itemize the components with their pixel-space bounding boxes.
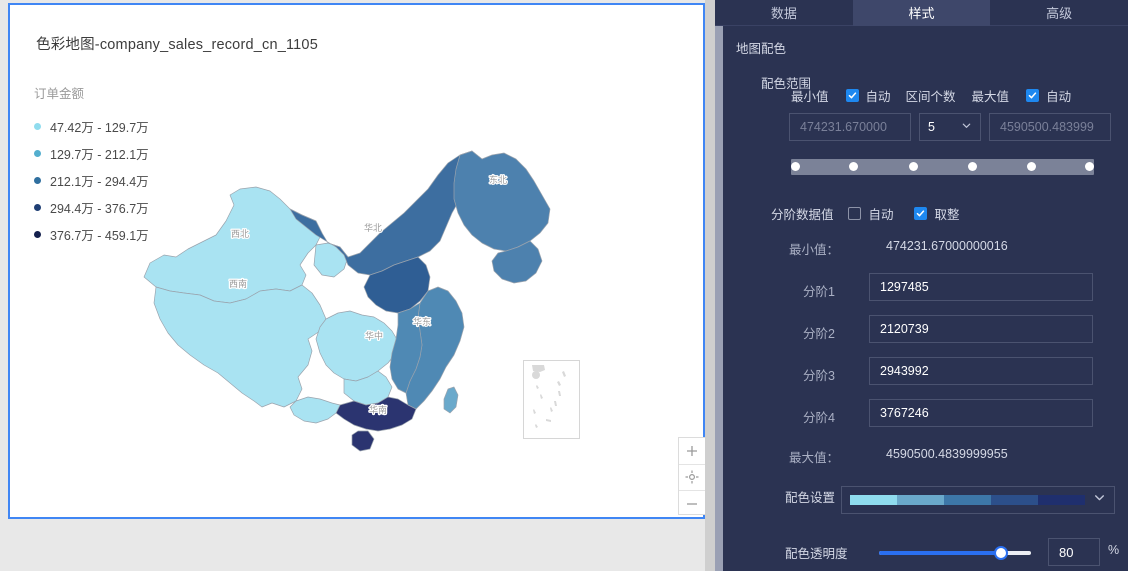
interval-count-select[interactable]: 5 <box>919 113 981 141</box>
step-auto-checkbox[interactable] <box>847 206 861 220</box>
step-max-value: 4590500.4839999955 <box>886 447 1008 461</box>
opacity-slider-handle[interactable] <box>994 546 1008 560</box>
opacity-unit: % <box>1108 543 1120 557</box>
chevron-down-icon <box>1093 491 1106 509</box>
legend-title: 订单金额 <box>34 87 85 101</box>
step2-input[interactable]: 2120739 <box>869 315 1093 343</box>
legend-swatch-icon <box>34 122 41 130</box>
interval-count-label: 区间个数 <box>905 89 956 104</box>
slider-handle[interactable] <box>968 162 977 171</box>
map-label-huazhong: 华中 <box>365 330 383 341</box>
map-zoom-controls[interactable] <box>678 437 706 515</box>
max-value-label: 最大值 <box>971 89 1010 104</box>
map-region-xinan[interactable] <box>153 284 327 408</box>
map-region-guangxi[interactable] <box>289 396 341 424</box>
south-china-sea-inset <box>523 360 580 439</box>
min-auto-checkbox[interactable] <box>845 88 859 102</box>
palette-swatch <box>991 495 1038 505</box>
max-auto-label: 自动 <box>1046 89 1072 104</box>
palette-preview <box>850 495 1085 505</box>
step1-input[interactable]: 1297485 <box>869 273 1093 301</box>
step-min-value: 474231.67000000016 <box>886 239 1008 253</box>
opacity-slider[interactable] <box>879 546 1031 560</box>
chart-card[interactable]: 色彩地图-company_sales_record_cn_1105 订单金额 4… <box>8 3 706 519</box>
opacity-slider-fill <box>879 551 1001 555</box>
map-region-xibei-east[interactable] <box>313 242 349 278</box>
opacity-input[interactable]: 80 <box>1048 538 1100 566</box>
legend-swatch-icon <box>34 203 41 211</box>
min-auto-label: 自动 <box>865 89 891 104</box>
slider-handle[interactable] <box>909 162 918 171</box>
slider-handle[interactable] <box>791 162 800 171</box>
step-values-header-row: 分阶数据值 自动 取整 <box>771 204 960 222</box>
app-root: 色彩地图-company_sales_record_cn_1105 订单金额 4… <box>0 0 1128 571</box>
palette-label: 配色设置 <box>785 491 836 505</box>
palette-swatch <box>850 495 897 505</box>
palette-swatch <box>944 495 991 505</box>
step-values-label: 分阶数据值 <box>771 207 834 222</box>
step3-label: 分阶3 <box>803 369 835 383</box>
map-label-huadong: 华东 <box>413 316 431 327</box>
step-round-checkbox[interactable] <box>913 206 927 220</box>
page-title: 色彩地图-company_sales_record_cn_1105 <box>36 37 318 53</box>
map-label-huanan: 华南 <box>369 404 387 415</box>
panel-tabs: 数据 样式 高级 <box>715 0 1128 26</box>
max-auto-checkbox[interactable] <box>1026 88 1040 102</box>
zoom-in-icon[interactable] <box>679 438 705 465</box>
style-panel: 数据 样式 高级 地图配色 配色范围 最小值 自动 区间个数 最大值 自动 47… <box>715 0 1128 571</box>
slider-handle[interactable] <box>1027 162 1036 171</box>
slider-handle[interactable] <box>1085 162 1094 171</box>
inset-svg <box>532 365 566 428</box>
step-max-label: 最大值： <box>789 451 840 465</box>
min-value-label: 最小值 <box>791 89 829 104</box>
panel-scrollbar[interactable] <box>715 26 723 571</box>
step-auto-label: 自动 <box>868 207 894 222</box>
step-round-label: 取整 <box>934 207 960 222</box>
map-region-dongbei[interactable] <box>453 150 551 252</box>
palette-swatch <box>1038 495 1085 505</box>
step2-label: 分阶2 <box>803 327 835 341</box>
tab-style[interactable]: 样式 <box>852 0 991 26</box>
map-label-xibei: 西北 <box>231 229 249 239</box>
section-title-map-color: 地图配色 <box>736 42 787 56</box>
canvas-area: 色彩地图-company_sales_record_cn_1105 订单金额 4… <box>0 0 706 571</box>
zoom-out-icon[interactable] <box>679 491 705 517</box>
step4-label: 分阶4 <box>803 411 835 425</box>
palette-swatch <box>897 495 944 505</box>
map-region-huazhong[interactable] <box>315 310 399 382</box>
step1-label: 分阶1 <box>803 285 835 299</box>
canvas-vertical-scrollbar[interactable] <box>705 0 715 571</box>
palette-select[interactable] <box>841 486 1115 514</box>
tab-data[interactable]: 数据 <box>715 0 853 26</box>
legend-swatch-icon <box>34 230 41 238</box>
color-range-labels-row: 最小值 自动 区间个数 最大值 自动 <box>791 86 1121 104</box>
map-region-taiwan[interactable] <box>443 386 459 414</box>
interval-count-value: 5 <box>928 120 935 134</box>
tab-advanced[interactable]: 高级 <box>990 0 1128 26</box>
opacity-label: 配色透明度 <box>785 547 848 561</box>
map-label-dongbei: 东北 <box>489 174 507 185</box>
slider-handle[interactable] <box>849 162 858 171</box>
recenter-icon[interactable] <box>679 465 705 492</box>
panel-body: 地图配色 配色范围 最小值 自动 区间个数 最大值 自动 474231.6700… <box>723 26 1128 571</box>
step4-input[interactable]: 3767246 <box>869 399 1093 427</box>
min-value-input[interactable]: 474231.670000 <box>789 113 911 141</box>
step3-input[interactable]: 2943992 <box>869 357 1093 385</box>
legend-swatch-icon <box>34 176 41 184</box>
legend-swatch-icon <box>34 149 41 157</box>
step-range-slider[interactable] <box>791 159 1094 175</box>
map-label-xinan: 西南 <box>229 278 247 289</box>
step-min-label: 最小值： <box>789 243 840 257</box>
chevron-down-icon <box>961 120 972 134</box>
map-region-hainan[interactable] <box>351 430 375 452</box>
max-value-input[interactable]: 4590500.483999 <box>989 113 1111 141</box>
map-label-huabei: 华北 <box>364 222 382 233</box>
